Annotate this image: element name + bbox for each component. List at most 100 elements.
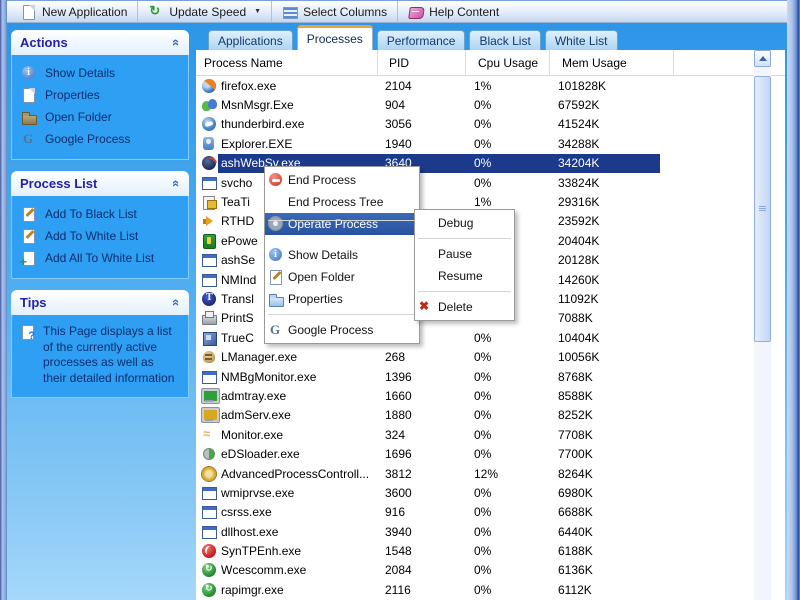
process-cpu: 0% xyxy=(474,350,492,365)
submenu-item-icon xyxy=(418,246,434,262)
table-row[interactable]: wmiprvse.exe 3600 0% 6980K xyxy=(196,483,785,502)
actions-panel-header[interactable]: Actions « xyxy=(11,30,189,55)
toolbar-button[interactable]: Update Speed xyxy=(137,1,271,22)
table-row[interactable]: csrss.exe 916 0% 6688K xyxy=(196,503,785,522)
folder-icon xyxy=(21,109,37,125)
process-mem: 6188K xyxy=(558,544,593,559)
toolbar-button-label: New Application xyxy=(42,4,128,19)
tab[interactable]: Performance xyxy=(376,30,466,50)
process-pid: 2084 xyxy=(385,563,412,578)
column-header-process-name[interactable]: Process Name xyxy=(196,50,378,75)
toolbar-button[interactable]: Select Columns xyxy=(271,1,397,22)
context-menu-item[interactable]: Properties xyxy=(265,288,419,315)
submenu-item[interactable]: Resume xyxy=(415,265,514,292)
context-menu-item[interactable]: End Process xyxy=(265,169,419,191)
table-row[interactable]: MsnMsgr.Exe 904 0% 67592K xyxy=(196,95,785,114)
sidebar-list-item[interactable]: Add All To White List xyxy=(16,247,184,269)
table-row[interactable]: Explorer.EXE 1940 0% 34288K xyxy=(196,134,785,153)
table-row[interactable]: rapimgr.exe 2116 0% 6112K xyxy=(196,580,785,599)
submenu-item[interactable]: Delete xyxy=(415,296,514,318)
process-cpu: 0% xyxy=(474,582,492,597)
print-icon xyxy=(201,310,217,326)
info-icon xyxy=(21,65,37,81)
process-name: AdvancedProcessControll... xyxy=(221,466,370,481)
process-list-panel-body: Add To Black List Add To White List Add … xyxy=(11,196,189,279)
toolbar-button[interactable]: New Application xyxy=(11,1,137,22)
table-row[interactable]: thunderbird.exe 3056 0% 41524K xyxy=(196,115,785,134)
sidebar-item-label: Open Folder xyxy=(45,110,112,124)
scrollbar-thumb[interactable] xyxy=(754,76,771,342)
column-header-mem-usage[interactable]: Mem Usage xyxy=(550,50,674,75)
tab[interactable]: Black List xyxy=(469,30,541,50)
context-menu-item[interactable]: Operate Process xyxy=(265,213,419,235)
table-row[interactable]: admServ.exe 1880 0% 8252K xyxy=(196,406,785,425)
table-row[interactable]: AdvancedProcessControll... 3812 12% 8264… xyxy=(196,464,785,483)
tab[interactable]: Processes xyxy=(296,25,373,50)
process-cpu: 0% xyxy=(474,369,492,384)
monitor-green-icon xyxy=(201,388,219,404)
process-name: Explorer.EXE xyxy=(221,136,293,151)
tab[interactable]: White List xyxy=(544,30,618,50)
column-header-cpu-usage[interactable]: Cpu Usage xyxy=(466,50,550,75)
table-row[interactable]: SynTPEnh.exe 1548 0% 6188K xyxy=(196,541,785,560)
process-cpu: 0% xyxy=(474,136,492,151)
submenu-item[interactable]: Pause xyxy=(415,243,514,265)
process-cpu: 0% xyxy=(474,330,492,345)
panel-title: Tips xyxy=(20,295,47,310)
sidebar-action-item[interactable]: Google Process xyxy=(16,128,184,150)
toolbar-button[interactable]: Help Content xyxy=(397,1,509,22)
submenu-item[interactable]: Debug xyxy=(415,212,514,239)
process-cpu: 0% xyxy=(474,175,492,190)
sidebar-list-item[interactable]: Add To Black List xyxy=(16,203,184,225)
collapse-chevron-icon[interactable]: « xyxy=(169,39,184,46)
process-mem: 34204K xyxy=(558,156,600,171)
vertical-scrollbar[interactable] xyxy=(754,50,771,600)
table-row[interactable]: dllhost.exe 3940 0% 6440K xyxy=(196,522,785,541)
process-pid: 1880 xyxy=(385,408,412,423)
collapse-chevron-icon[interactable]: « xyxy=(169,299,184,306)
sidebar-action-item[interactable]: Properties xyxy=(16,84,184,106)
menu-item-icon xyxy=(268,194,284,210)
table-row[interactable]: LManager.exe 268 0% 10056K xyxy=(196,347,785,366)
table-row[interactable]: eDSloader.exe 1696 0% 7700K xyxy=(196,444,785,463)
table-row[interactable]: firefox.exe 2104 1% 101828K xyxy=(196,76,785,95)
table-row[interactable]: NMBgMonitor.exe 1396 0% 8768K xyxy=(196,367,785,386)
process-mem: 6136K xyxy=(558,563,593,578)
tab-label: White List xyxy=(554,33,608,48)
context-menu-item[interactable]: Open Folder xyxy=(265,266,419,288)
menu-item-label: Open Folder xyxy=(288,270,355,284)
sidebar-action-item[interactable]: Show Details xyxy=(16,62,184,84)
process-mem: 101828K xyxy=(558,78,607,93)
sidebar-list-item[interactable]: Add To White List xyxy=(16,225,184,247)
process-name: wmiprvse.exe xyxy=(221,485,295,500)
process-mem: 7088K xyxy=(558,311,593,326)
collapse-chevron-icon[interactable]: « xyxy=(169,180,184,187)
info-icon xyxy=(268,247,284,263)
table-row[interactable]: Monitor.exe 324 0% 7708K xyxy=(196,425,785,444)
tab-label: Applications xyxy=(218,33,283,48)
context-menu-item[interactable]: End Process Tree xyxy=(265,191,419,213)
sidebar-action-item[interactable]: Open Folder xyxy=(16,106,184,128)
context-menu-item[interactable]: Show Details xyxy=(265,244,419,266)
process-pid: 1660 xyxy=(385,388,412,403)
process-mem: 10056K xyxy=(558,350,600,365)
scroll-up-button[interactable] xyxy=(754,50,771,67)
tab[interactable]: Applications xyxy=(208,30,293,50)
process-mem: 6980K xyxy=(558,485,593,500)
wave-icon xyxy=(201,426,217,443)
truec-icon xyxy=(201,330,217,346)
tab-label: Processes xyxy=(306,32,363,46)
process-list-panel-header[interactable]: Process List « xyxy=(11,171,189,196)
window-icon xyxy=(201,272,217,288)
context-menu-item[interactable]: Google Process xyxy=(265,319,419,341)
table-row[interactable]: Wcescomm.exe 2084 0% 6136K xyxy=(196,561,785,580)
column-header-pid[interactable]: PID xyxy=(378,50,466,75)
table-row[interactable]: admtray.exe 1660 0% 8588K xyxy=(196,386,785,405)
window-border-left xyxy=(0,0,7,600)
loader-icon xyxy=(201,446,217,462)
tips-panel-body: This Page displays a list of the current… xyxy=(11,315,189,399)
tb-update-icon xyxy=(148,3,164,20)
window-icon xyxy=(201,524,217,540)
red-circle-icon xyxy=(201,543,217,559)
tips-panel-header[interactable]: Tips « xyxy=(11,290,189,315)
